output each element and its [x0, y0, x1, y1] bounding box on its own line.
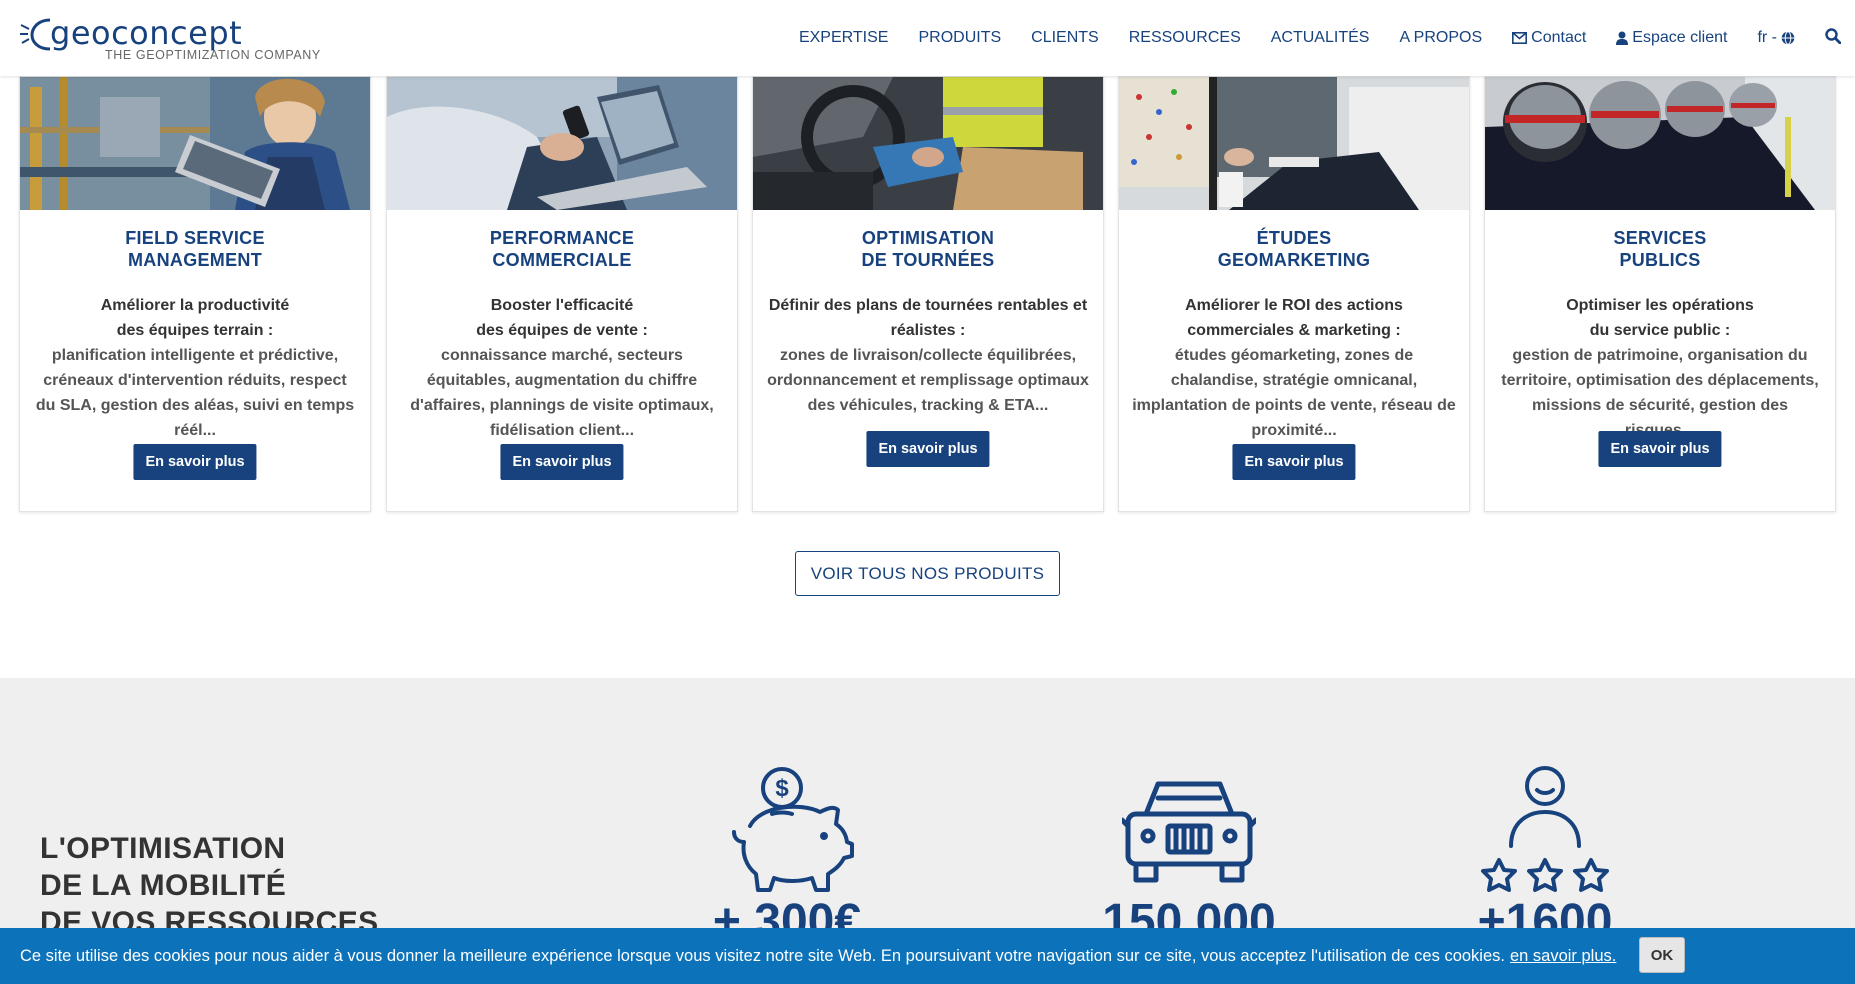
- svg-text:$: $: [775, 775, 789, 802]
- logo-name: geoconcept: [50, 14, 243, 52]
- nav-item-espace-client[interactable]: Espace client: [1616, 29, 1727, 47]
- stats-heading-line: L'OPTIMISATION: [40, 832, 286, 865]
- card-description: connaissance marché, secteurs équitables…: [410, 347, 714, 439]
- card-lead-line: Booster l'efficacité: [490, 297, 634, 314]
- en-savoir-plus-button[interactable]: En savoir plus: [866, 431, 990, 467]
- cookie-banner: Ce site utilise des cookies pour nous ai…: [0, 928, 1855, 984]
- card-title-line: OPTIMISATION: [861, 228, 995, 248]
- card-lead-line: Définir des plans de tournées rentables …: [768, 297, 1088, 314]
- card-image-technician-tablet: [20, 77, 370, 210]
- card-lead: Booster l'efficacité des équipes de vent…: [399, 293, 725, 443]
- nav-item-contact[interactable]: Contact: [1512, 29, 1586, 47]
- card-title-line: SERVICES: [1613, 228, 1707, 248]
- stats-heading-line: DE LA MOBILITÉ: [40, 869, 287, 902]
- card-lead-line: Améliorer la productivité: [100, 297, 290, 314]
- en-savoir-plus-button[interactable]: En savoir plus: [1232, 444, 1356, 480]
- site-header: geoconcept THE GEOPTIMIZATION COMPANY EX…: [0, 0, 1855, 76]
- cookie-ok-button[interactable]: OK: [1639, 937, 1685, 973]
- card-title: ÉTUDES GEOMARKETING: [1119, 227, 1469, 271]
- car-icon: [1122, 781, 1256, 883]
- card-image-laptop-phone: [387, 77, 737, 210]
- stats-heading: L'OPTIMISATION DE LA MOBILITÉ DE VOS RES…: [40, 830, 379, 941]
- nav-item-actualites[interactable]: ACTUALITÉS: [1271, 29, 1370, 47]
- cookie-text: Ce site utilise des cookies pour nous ai…: [20, 946, 1505, 965]
- card-lead-line: Améliorer le ROI des actions: [1185, 297, 1403, 314]
- search-icon[interactable]: [1825, 27, 1842, 49]
- card-lead: Améliorer la productivité des équipes te…: [32, 293, 358, 443]
- card-title: SERVICES PUBLICS: [1485, 227, 1835, 271]
- nav-item-clients[interactable]: CLIENTS: [1031, 29, 1099, 47]
- nav-espace-client-label: Espace client: [1632, 29, 1728, 46]
- card-lead-line: Optimiser les opérations: [1566, 297, 1754, 314]
- language-label: fr -: [1757, 29, 1777, 46]
- card-image-map-screen: [1119, 77, 1469, 210]
- card-image-delivery-van: [753, 77, 1103, 210]
- nav-item-a-propos[interactable]: A PROPOS: [1399, 29, 1482, 47]
- language-selector[interactable]: fr -: [1757, 29, 1799, 47]
- card-lead: Optimiser les opérations du service publ…: [1497, 293, 1823, 443]
- en-savoir-plus-button[interactable]: En savoir plus: [1598, 431, 1722, 467]
- card-title-line: PUBLICS: [1619, 250, 1701, 270]
- card-lead-line: commerciales & marketing :: [1187, 322, 1401, 339]
- card-description: gestion de patrimoine, organisation du t…: [1501, 347, 1819, 439]
- card-title: OPTIMISATION DE TOURNÉES: [753, 227, 1103, 271]
- card-title-line: FIELD SERVICE: [125, 228, 265, 248]
- voir-tous-produits-button[interactable]: VOIR TOUS NOS PRODUITS: [795, 551, 1060, 596]
- en-savoir-plus-button[interactable]: En savoir plus: [133, 444, 257, 480]
- cookie-message: Ce site utilise des cookies pour nous ai…: [20, 928, 1616, 984]
- card-field-service: FIELD SERVICE MANAGEMENT Améliorer la pr…: [19, 76, 371, 512]
- card-title: FIELD SERVICE MANAGEMENT: [20, 227, 370, 271]
- card-image-firefighters: [1485, 77, 1835, 210]
- card-lead-line: du service public :: [1589, 322, 1731, 339]
- nav-item-expertise[interactable]: EXPERTISE: [799, 29, 889, 47]
- en-savoir-plus-button[interactable]: En savoir plus: [500, 444, 624, 480]
- user-stars-icon: [1481, 766, 1609, 892]
- card-lead-line: des équipes de vente :: [476, 322, 648, 339]
- globe-icon: [1781, 31, 1795, 45]
- card-title: PERFORMANCE COMMERCIALE: [387, 227, 737, 271]
- piggy-bank-dollar-icon: $: [732, 767, 854, 892]
- card-lead: Définir des plans de tournées rentables …: [765, 293, 1091, 418]
- card-title-line: ÉTUDES: [1256, 228, 1332, 248]
- card-title-line: DE TOURNÉES: [861, 250, 995, 270]
- logo-tagline: THE GEOPTIMIZATION COMPANY: [105, 48, 321, 62]
- card-description: planification intelligente et prédictive…: [35, 347, 355, 439]
- card-performance-commerciale: PERFORMANCE COMMERCIALE Booster l'effica…: [386, 76, 738, 512]
- card-description: études géomarketing, zones de chalandise…: [1132, 347, 1456, 439]
- card-etudes-geomarketing: ÉTUDES GEOMARKETING Améliorer le ROI des…: [1118, 76, 1470, 512]
- nav-item-produits[interactable]: PRODUITS: [918, 29, 1001, 47]
- card-title-line: GEOMARKETING: [1217, 250, 1371, 270]
- cookie-learn-more-link[interactable]: en savoir plus.: [1510, 947, 1616, 966]
- user-icon: [1616, 31, 1629, 45]
- card-lead-line: des équipes terrain :: [116, 322, 274, 339]
- geoconcept-logo[interactable]: geoconcept THE GEOPTIMIZATION COMPANY: [20, 14, 320, 62]
- card-title-line: COMMERCIALE: [492, 250, 632, 270]
- product-cards: FIELD SERVICE MANAGEMENT Améliorer la pr…: [19, 76, 1837, 512]
- card-title-line: MANAGEMENT: [128, 250, 262, 270]
- main-nav: EXPERTISE PRODUITS CLIENTS RESSOURCES AC…: [799, 0, 1855, 76]
- card-lead: Améliorer le ROI des actions commerciale…: [1131, 293, 1457, 443]
- card-lead-line: réalistes :: [890, 322, 966, 339]
- nav-contact-label: Contact: [1531, 29, 1587, 46]
- nav-item-ressources[interactable]: RESSOURCES: [1129, 29, 1241, 47]
- card-services-publics: SERVICES PUBLICS Optimiser les opération…: [1484, 76, 1836, 512]
- card-title-line: PERFORMANCE: [489, 228, 635, 248]
- card-description: zones de livraison/collecte équilibrées,…: [767, 347, 1089, 414]
- envelope-icon: [1512, 32, 1528, 44]
- card-optimisation-tournees: OPTIMISATION DE TOURNÉES Définir des pla…: [752, 76, 1104, 512]
